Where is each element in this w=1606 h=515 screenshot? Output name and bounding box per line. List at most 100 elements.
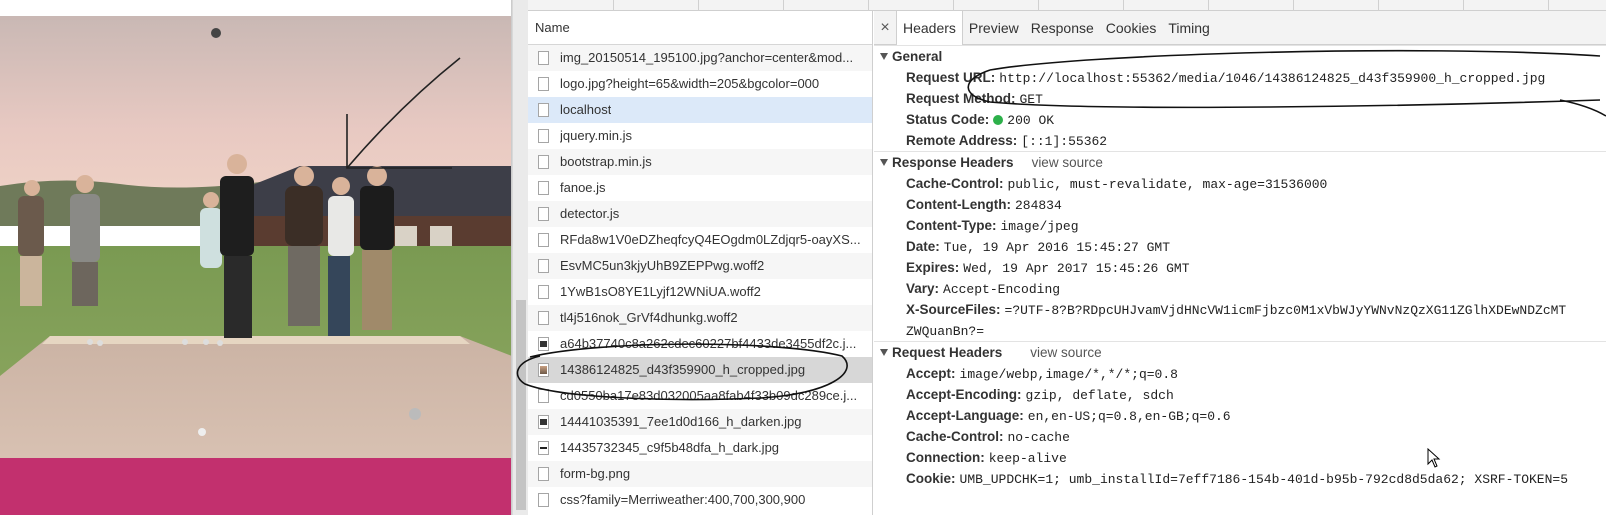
request-name: 14441035391_7ee1d0d166_h_darken.jpg <box>560 414 802 429</box>
request-row[interactable]: img_20150514_195100.jpg?anchor=center&mo… <box>528 45 872 71</box>
name-column-header[interactable]: Name <box>528 11 872 45</box>
header-key: X-SourceFiles: <box>906 302 1001 317</box>
image-dark-icon <box>538 337 549 351</box>
network-request-list: Name img_20150514_195100.jpg?anchor=cent… <box>528 11 873 515</box>
header-key: Status Code: <box>906 112 990 127</box>
page-preview <box>0 0 512 515</box>
header-key: Vary: <box>906 281 940 296</box>
header-row: Request Method: GET <box>874 88 1606 109</box>
close-icon[interactable]: × <box>874 11 896 44</box>
request-row[interactable]: form-bg.png <box>528 461 872 487</box>
page-top-whitespace <box>0 0 511 16</box>
tab-response[interactable]: Response <box>1025 11 1100 44</box>
request-row[interactable]: EsvMC5un3kjyUhB9ZEPPwg.woff2 <box>528 253 872 279</box>
header-value: public, must-revalidate, max-age=3153600… <box>1007 177 1328 192</box>
header-key: Connection: <box>906 450 985 465</box>
request-row[interactable]: detector.js <box>528 201 872 227</box>
general-section-header[interactable]: General <box>874 45 1606 67</box>
header-row: Remote Address: [::1]:55362 <box>874 130 1606 151</box>
request-row[interactable]: 14441035391_7ee1d0d166_h_darken.jpg <box>528 409 872 435</box>
header-row: Expires: Wed, 19 Apr 2017 15:45:26 GMT <box>874 257 1606 278</box>
page-scrollbar[interactable] <box>512 0 528 515</box>
image-photo-icon <box>538 363 549 377</box>
header-value: 284834 <box>1014 198 1062 213</box>
request-name: jquery.min.js <box>560 128 633 143</box>
section-title: Request Headers <box>892 345 1003 360</box>
request-row[interactable]: jquery.min.js <box>528 123 872 149</box>
view-source-link[interactable]: view source <box>1030 345 1101 360</box>
collapse-triangle-icon[interactable] <box>880 159 888 166</box>
request-name: localhost <box>560 102 612 117</box>
request-name: tl4j516nok_GrVf4dhunkg.woff2 <box>560 310 738 325</box>
request-name: form-bg.png <box>560 466 631 481</box>
request-row[interactable]: cd0550ba17e83d032005aa8fab4f33b09dc289ce… <box>528 383 872 409</box>
mouse-cursor-icon <box>1427 448 1441 468</box>
collapse-triangle-icon[interactable] <box>880 53 888 60</box>
request-name: img_20150514_195100.jpg?anchor=center&mo… <box>560 50 854 65</box>
image-bar-icon <box>538 441 549 455</box>
header-value: Tue, 19 Apr 2016 15:45:27 GMT <box>943 240 1171 255</box>
status-ok-icon <box>993 115 1004 125</box>
request-headers-section-header[interactable]: Request Headers view source <box>874 341 1606 363</box>
header-row: Cache-Control: no-cache <box>874 426 1606 447</box>
header-value: 200 OK <box>1007 113 1055 128</box>
request-row[interactable]: bootstrap.min.js <box>528 149 872 175</box>
file-icon <box>538 389 549 403</box>
timeline-strip <box>528 0 1606 11</box>
request-row[interactable]: 14435732345_c9f5b48dfa_h_dark.jpg <box>528 435 872 461</box>
request-row[interactable]: css?family=Merriweather:400,700,300,900 <box>528 487 872 513</box>
header-row: ZWQuanBn?= <box>874 320 1606 341</box>
tab-preview[interactable]: Preview <box>963 11 1025 44</box>
request-row[interactable]: tl4j516nok_GrVf4dhunkg.woff2 <box>528 305 872 331</box>
header-key: Remote Address: <box>906 133 1018 148</box>
tab-headers[interactable]: Headers <box>896 11 963 46</box>
request-name: 14435732345_c9f5b48dfa_h_dark.jpg <box>560 440 780 455</box>
tab-timing[interactable]: Timing <box>1162 11 1216 44</box>
timeline-tick <box>1378 0 1379 11</box>
request-name: 14386124825_d43f359900_h_cropped.jpg <box>560 362 806 377</box>
request-name: EsvMC5un3kjyUhB9ZEPPwg.woff2 <box>560 258 765 273</box>
header-value: ZWQuanBn?= <box>906 324 985 339</box>
file-icon <box>538 493 549 507</box>
request-row[interactable]: 14386124825_d43f359900_h_cropped.jpg <box>528 357 872 383</box>
timeline-tick <box>1463 0 1464 11</box>
header-value: gzip, deflate, sdch <box>1025 388 1174 403</box>
collapse-triangle-icon[interactable] <box>880 349 888 356</box>
request-details-panel: × Headers Preview Response Cookies Timin… <box>874 11 1606 515</box>
request-row[interactable]: fanoe.js <box>528 175 872 201</box>
tab-cookies[interactable]: Cookies <box>1100 11 1163 44</box>
view-source-link[interactable]: view source <box>1032 155 1103 170</box>
request-name: fanoe.js <box>560 180 606 195</box>
timeline-tick <box>1208 0 1209 11</box>
header-row: Accept: image/webp,image/*,*/*;q=0.8 <box>874 363 1606 384</box>
header-key: Accept-Encoding: <box>906 387 1022 402</box>
request-row[interactable]: a64b37740c8a262cdec60227bf4433de3455df2c… <box>528 331 872 357</box>
request-row[interactable]: RFda8w1V0eDZheqfcyQ4EOgdm0LZdjqr5-oayXS.… <box>528 227 872 253</box>
header-key: Request URL: <box>906 70 996 85</box>
details-tabbar: × Headers Preview Response Cookies Timin… <box>874 11 1606 46</box>
request-name: 1YwB1sO8YE1Lyjf12WNiUA.woff2 <box>560 284 761 299</box>
header-value: no-cache <box>1007 430 1070 445</box>
request-row[interactable]: localhost <box>528 97 872 123</box>
general-rows: Request URL: http://localhost:55362/media… <box>874 67 1606 151</box>
header-key: Content-Length: <box>906 197 1011 212</box>
request-row[interactable]: logo.jpg?height=65&width=205&bgcolor=000 <box>528 71 872 97</box>
request-rows: img_20150514_195100.jpg?anchor=center&mo… <box>528 45 872 513</box>
page-footer-band <box>0 458 511 515</box>
section-title: Response Headers <box>892 155 1014 170</box>
header-key: Date: <box>906 239 940 254</box>
response-headers-section-header[interactable]: Response Headers view source <box>874 151 1606 173</box>
header-value: Accept-Encoding <box>943 282 1061 297</box>
file-icon <box>538 259 549 273</box>
file-icon <box>538 181 549 195</box>
header-row: Vary: Accept-Encoding <box>874 278 1606 299</box>
header-key: Cookie: <box>906 471 956 486</box>
request-header-rows: Accept: image/webp,image/*,*/*;q=0.8 Accep… <box>874 363 1606 489</box>
request-name: RFda8w1V0eDZheqfcyQ4EOgdm0LZdjqr5-oayXS.… <box>560 232 861 247</box>
request-row[interactable]: 1YwB1sO8YE1Lyjf12WNiUA.woff2 <box>528 279 872 305</box>
header-row: Cache-Control: public, must-revalidate, m… <box>874 173 1606 194</box>
page-scrollbar-thumb[interactable] <box>516 300 526 510</box>
timeline-tick <box>1038 0 1039 11</box>
header-value: http://localhost:55362/media/1046/143861… <box>999 71 1546 86</box>
section-title: General <box>892 49 943 64</box>
